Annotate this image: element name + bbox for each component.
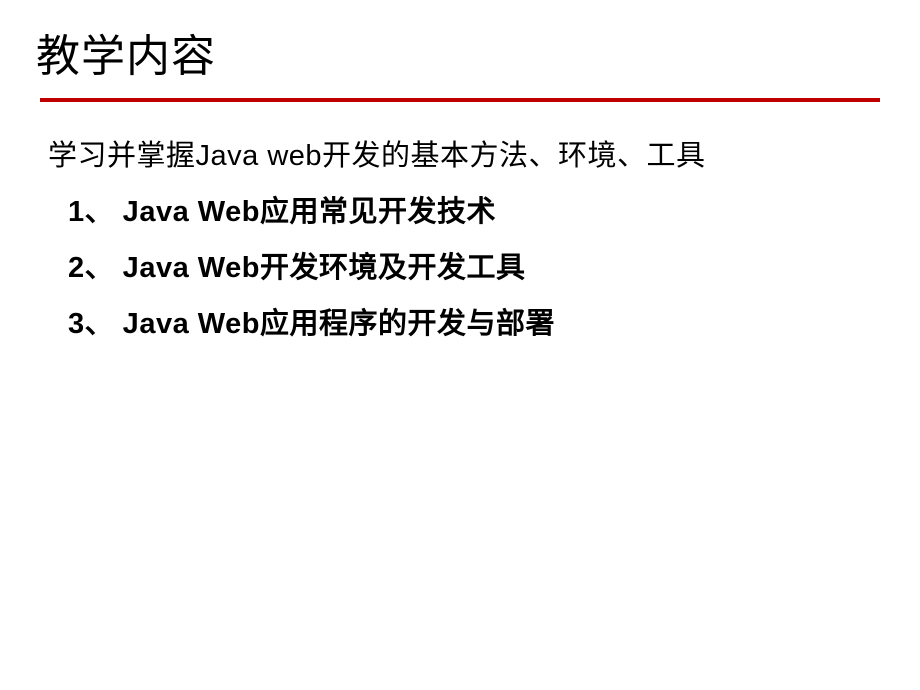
list-item: 2、 Java Web开发环境及开发工具 bbox=[48, 244, 880, 286]
list-item: 1、 Java Web应用常见开发技术 bbox=[48, 188, 880, 230]
title-divider bbox=[40, 98, 880, 102]
list-item: 3、 Java Web应用程序的开发与部署 bbox=[48, 300, 880, 342]
slide-container: 教学内容 学习并掌握Java web开发的基本方法、环境、工具 1、 Java … bbox=[0, 0, 920, 690]
intro-text: 学习并掌握Java web开发的基本方法、环境、工具 bbox=[48, 132, 880, 174]
slide-title: 教学内容 bbox=[36, 20, 880, 84]
content-area: 学习并掌握Java web开发的基本方法、环境、工具 1、 Java Web应用… bbox=[40, 132, 880, 342]
